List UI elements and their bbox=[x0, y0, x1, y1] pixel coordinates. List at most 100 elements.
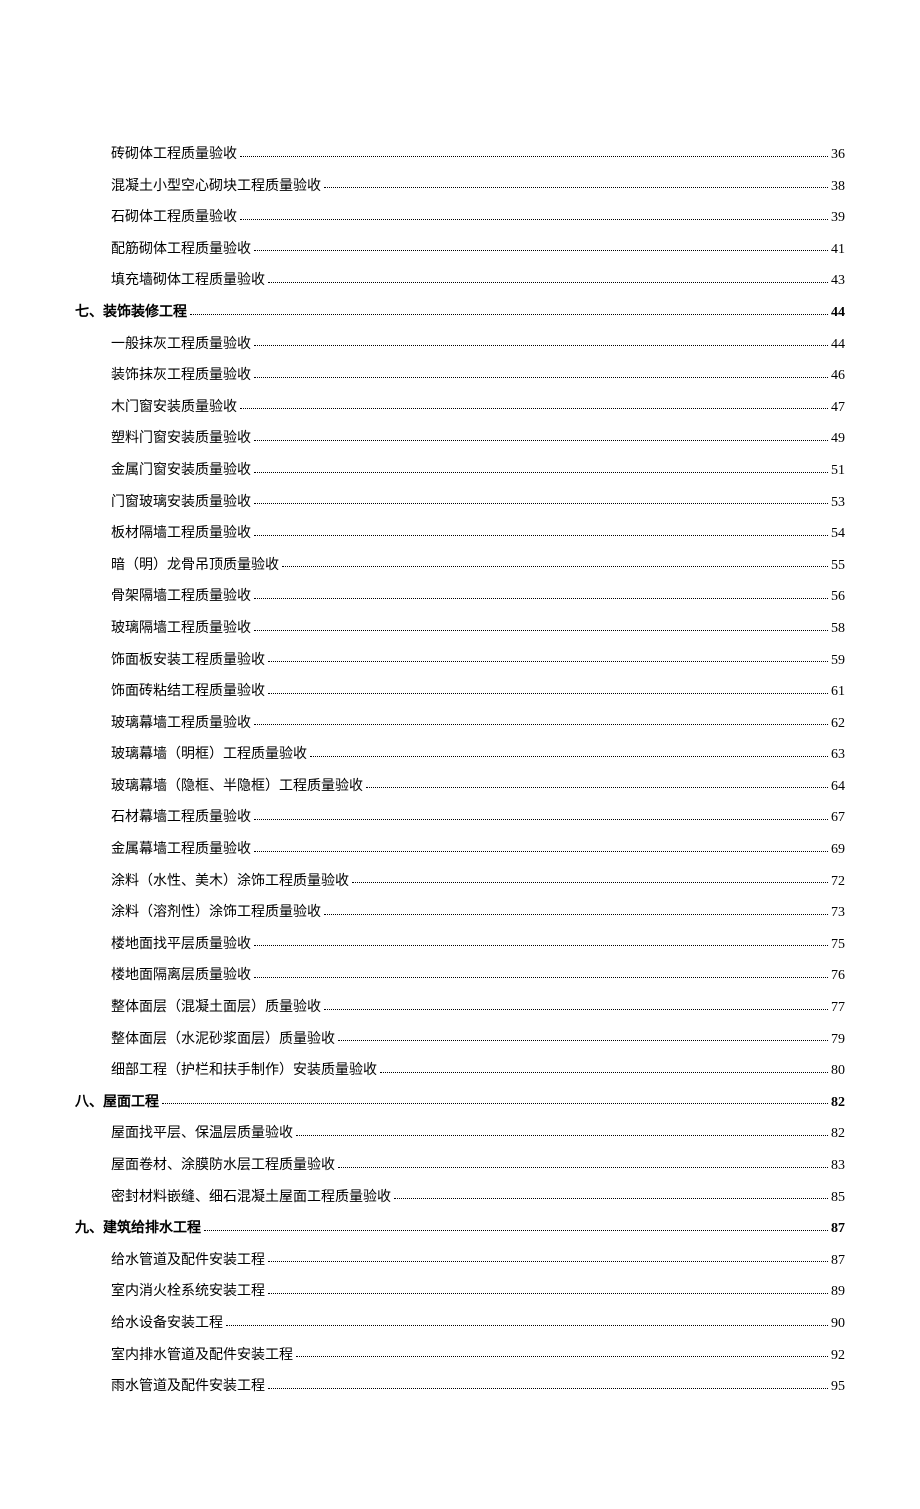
toc-line: 混凝土小型空心砌块工程质量验收 38 bbox=[75, 177, 845, 197]
toc-line: 金属门窗安装质量验收 51 bbox=[75, 461, 845, 481]
toc-leader-dots bbox=[324, 186, 828, 188]
toc-leader-dots bbox=[254, 439, 828, 441]
toc-line: 涂料（溶剂性）涂饰工程质量验收73 bbox=[75, 903, 845, 923]
toc-item-label: 雨水管道及配件安装工程 bbox=[111, 1377, 265, 1397]
toc-item-label: 密封材料嵌缝、细石混凝土屋面工程质量验收 bbox=[111, 1188, 391, 1208]
toc-line: 玻璃幕墙（隐框、半隐框）工程质量验收64 bbox=[75, 777, 845, 797]
toc-item-label: 金属门窗安装质量验收 bbox=[111, 461, 251, 481]
toc-item-label: 饰面板安装工程质量验收 bbox=[111, 651, 265, 671]
toc-line: 屋面找平层、保温层质量验收82 bbox=[75, 1124, 845, 1144]
toc-leader-dots bbox=[394, 1197, 828, 1199]
toc-section-label: 八、屋面工程 bbox=[75, 1093, 159, 1113]
toc-item-label: 填充墙砌体工程质量验收 bbox=[111, 271, 265, 291]
toc-line: 石砌体工程质量验收 39 bbox=[75, 208, 845, 228]
toc-item-label: 玻璃幕墙工程质量验收 bbox=[111, 714, 251, 734]
toc-leader-dots bbox=[254, 850, 828, 852]
toc-item-label: 楼地面找平层质量验收 bbox=[111, 935, 251, 955]
toc-line: 暗（明）龙骨吊顶质量验收 55 bbox=[75, 556, 845, 576]
toc-page-number: 49 bbox=[831, 429, 845, 449]
toc-line: 玻璃幕墙（明框）工程质量验收63 bbox=[75, 745, 845, 765]
toc-leader-dots bbox=[254, 629, 828, 631]
toc-line: 装饰抹灰工程质量验收46 bbox=[75, 366, 845, 386]
toc-page-number: 92 bbox=[831, 1346, 845, 1366]
toc-page-number: 95 bbox=[831, 1377, 845, 1397]
toc-item-label: 给水管道及配件安装工程 bbox=[111, 1251, 265, 1271]
toc-line: 饰面板安装工程质量验收 59 bbox=[75, 651, 845, 671]
toc-page-number: 55 bbox=[831, 556, 845, 576]
toc-line: 室内消火栓系统安装工程89 bbox=[75, 1282, 845, 1302]
toc-page-number: 79 bbox=[831, 1030, 845, 1050]
toc-leader-dots bbox=[296, 1134, 828, 1136]
toc-page-number: 54 bbox=[831, 524, 845, 544]
toc-line: 整体面层（混凝土面层）质量验收77 bbox=[75, 998, 845, 1018]
toc-item-label: 砖砌体工程质量验收 bbox=[111, 145, 237, 165]
toc-item-label: 石材幕墙工程质量验收 bbox=[111, 808, 251, 828]
toc-line: 楼地面隔离层质量验收76 bbox=[75, 966, 845, 986]
toc-leader-dots bbox=[366, 786, 828, 788]
toc-page-number: 87 bbox=[831, 1251, 845, 1271]
toc-leader-dots bbox=[268, 281, 828, 283]
toc-line: 配筋砌体工程质量验收41 bbox=[75, 240, 845, 260]
toc-page-number: 56 bbox=[831, 587, 845, 607]
toc-line: 骨架隔墙工程质量验收56 bbox=[75, 587, 845, 607]
toc-line: 金属幕墙工程质量验收69 bbox=[75, 840, 845, 860]
toc-section-label: 七、装饰装修工程 bbox=[75, 303, 187, 323]
toc-leader-dots bbox=[268, 1387, 828, 1389]
toc-item-label: 装饰抹灰工程质量验收 bbox=[111, 366, 251, 386]
toc-leader-dots bbox=[204, 1229, 828, 1231]
toc-line: 给水管道及配件安装工程 87 bbox=[75, 1251, 845, 1271]
toc-item-label: 玻璃隔墙工程质量验收 bbox=[111, 619, 251, 639]
toc-item-label: 板材隔墙工程质量验收 bbox=[111, 524, 251, 544]
toc-leader-dots bbox=[254, 534, 828, 536]
toc-leader-dots bbox=[268, 1292, 828, 1294]
toc-leader-dots bbox=[162, 1102, 828, 1104]
toc-page-number: 76 bbox=[831, 966, 845, 986]
toc-page-number: 36 bbox=[831, 145, 845, 165]
toc-page-number: 39 bbox=[831, 208, 845, 228]
toc-line: 石材幕墙工程质量验收 67 bbox=[75, 808, 845, 828]
toc-leader-dots bbox=[240, 407, 828, 409]
toc-page-number: 72 bbox=[831, 872, 845, 892]
toc-line: 门窗玻璃安装质量验收53 bbox=[75, 493, 845, 513]
toc-line: 整体面层（水泥砂浆面层）质量验收 79 bbox=[75, 1030, 845, 1050]
toc-item-label: 涂料（水性、美木）涂饰工程质量验收 bbox=[111, 872, 349, 892]
toc-page-number: 83 bbox=[831, 1156, 845, 1176]
toc-leader-dots bbox=[254, 249, 828, 251]
toc-page: 砖砌体工程质量验收 36 混凝土小型空心砌块工程质量验收 38 石砌体工程质量验收 39 配… bbox=[0, 0, 920, 1509]
toc-line: 玻璃隔墙工程质量验收 58 bbox=[75, 619, 845, 639]
toc-item-label: 玻璃幕墙（隐框、半隐框）工程质量验收 bbox=[111, 777, 363, 797]
toc-leader-dots bbox=[324, 913, 828, 915]
toc-leader-dots bbox=[352, 881, 828, 883]
toc-page-number: 67 bbox=[831, 808, 845, 828]
toc-section-label: 九、建筑给排水工程 bbox=[75, 1219, 201, 1239]
toc-line: 板材隔墙工程质量验收 54 bbox=[75, 524, 845, 544]
toc-item-label: 整体面层（水泥砂浆面层）质量验收 bbox=[111, 1030, 335, 1050]
toc-item-label: 混凝土小型空心砌块工程质量验收 bbox=[111, 177, 321, 197]
toc-leader-dots bbox=[240, 155, 828, 157]
toc-page-number: 59 bbox=[831, 651, 845, 671]
toc-page-number: 38 bbox=[831, 177, 845, 197]
toc-item-label: 整体面层（混凝土面层）质量验收 bbox=[111, 998, 321, 1018]
toc-page-number: 58 bbox=[831, 619, 845, 639]
toc-item-label: 暗（明）龙骨吊顶质量验收 bbox=[111, 556, 279, 576]
toc-line: 七、装饰装修工程44 bbox=[75, 303, 845, 323]
toc-page-number: 69 bbox=[831, 840, 845, 860]
toc-line: 屋面卷材、涂膜防水层工程质量验收83 bbox=[75, 1156, 845, 1176]
toc-item-label: 门窗玻璃安装质量验收 bbox=[111, 493, 251, 513]
toc-line: 细部工程（护栏和扶手制作）安装质量验收80 bbox=[75, 1061, 845, 1081]
toc-leader-dots bbox=[254, 502, 828, 504]
toc-page-number: 87 bbox=[831, 1219, 845, 1239]
toc-leader-dots bbox=[254, 344, 828, 346]
toc-item-label: 配筋砌体工程质量验收 bbox=[111, 240, 251, 260]
toc-item-label: 石砌体工程质量验收 bbox=[111, 208, 237, 228]
toc-page-number: 73 bbox=[831, 903, 845, 923]
toc-page-number: 63 bbox=[831, 745, 845, 765]
toc-line: 给水设备安装工程90 bbox=[75, 1314, 845, 1334]
toc-item-label: 一般抹灰工程质量验收 bbox=[111, 335, 251, 355]
toc-item-label: 室内排水管道及配件安装工程 bbox=[111, 1346, 293, 1366]
toc-leader-dots bbox=[254, 597, 828, 599]
toc-leader-dots bbox=[254, 976, 828, 978]
toc-page-number: 75 bbox=[831, 935, 845, 955]
toc-line: 楼地面找平层质量验收 75 bbox=[75, 935, 845, 955]
toc-page-number: 51 bbox=[831, 461, 845, 481]
